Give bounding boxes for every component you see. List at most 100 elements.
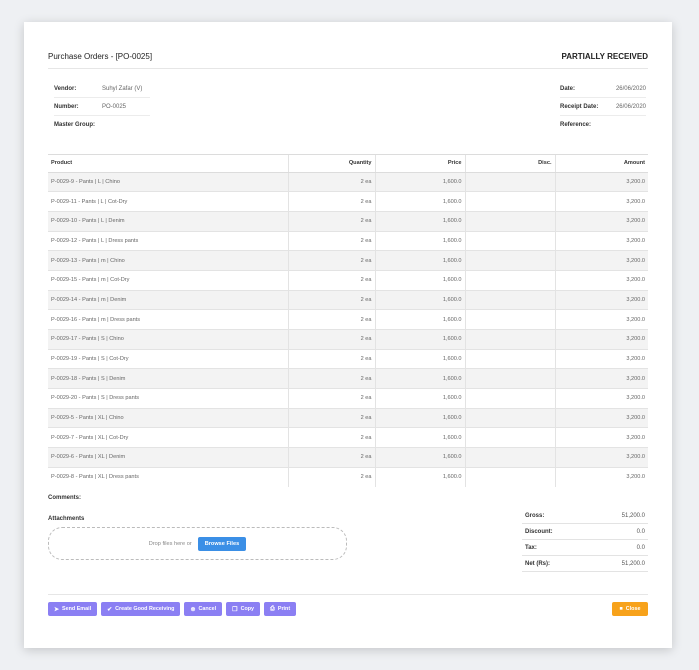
attachments-label: Attachments [48,516,85,522]
product-cell: P-0029-10 - Pants | L | Denim [48,211,289,232]
cancel-button[interactable]: ⊗ Cancel [184,602,223,616]
disc-cell [465,270,556,291]
col-price[interactable]: Price [375,155,466,173]
cancel-icon: ⊗ [190,606,196,613]
price-cell: 1,600.0 [375,408,466,429]
close-label: Close [625,606,641,612]
print-icon: ⎙ [270,605,275,612]
col-disc[interactable]: Disc. [465,155,556,173]
table-row[interactable]: P-0029-12 - Pants | L | Dress pants 2 ea 1… [48,231,648,252]
quantity-cell: 2 ea [288,427,376,449]
quantity-cell: 2 ea [288,211,376,232]
amount-cell: 3,200.0 [555,467,648,487]
product-cell: P-0029-16 - Pants | m | Dress pants [48,309,289,330]
close-button[interactable]: ■ Close [612,602,648,616]
divider [48,68,648,69]
receipt-date-row: Receipt Date: 26/06/2020 [560,98,646,116]
divider [48,594,648,595]
table-row[interactable]: P-0029-10 - Pants | L | Denim 2 ea 1,600.0… [48,211,648,232]
browse-files-button[interactable]: Browse Files [197,536,247,551]
send-email-button[interactable]: ➤ Send Email [48,602,98,616]
net-value: 51,200.0 [621,560,645,567]
table-body: P-0029-9 - Pants | L | Chino 2 ea 1,600.0 3… [48,172,648,487]
stop-icon: ■ [619,606,623,612]
table-row[interactable]: P-0029-13 - Pants | m | Chino 2 ea 1,600.0… [48,250,648,271]
price-cell: 1,600.0 [375,290,466,311]
amount-cell: 3,200.0 [555,290,648,311]
copy-button[interactable]: ❐ Copy [226,602,261,616]
date-value: 26/06/2020 [615,85,646,92]
table-row[interactable]: P-0029-6 - Pants | XL | Denim 2 ea 1,600.0… [48,447,648,468]
quantity-cell: 2 ea [288,388,376,409]
amount-cell: 3,200.0 [555,408,648,429]
print-button[interactable]: ⎙ Print [264,602,297,616]
table-row[interactable]: P-0029-14 - Pants | m | Denim 2 ea 1,600.0… [48,290,648,311]
check-icon: ✔ [107,606,113,613]
master-group-row: Master Group: [54,116,150,134]
table-row[interactable]: P-0029-19 - Pants | S | Cot-Dry 2 ea 1,600… [48,349,648,370]
gross-value: 51,200.0 [621,512,645,519]
col-amount[interactable]: Amount [555,155,648,173]
quantity-cell: 2 ea [288,290,376,311]
disc-cell [465,368,556,390]
quantity-cell: 2 ea [288,309,376,330]
table-row[interactable]: P-0029-18 - Pants | S | Denim 2 ea 1,600.0… [48,368,648,390]
amount-cell: 3,200.0 [555,349,648,370]
quantity-cell: 2 ea [288,447,376,468]
disc-cell [465,329,556,350]
table-row[interactable]: P-0029-16 - Pants | m | Dress pants 2 ea 1… [48,309,648,330]
table-row[interactable]: P-0029-7 - Pants | XL | Cot-Dry 2 ea 1,600… [48,427,648,449]
quantity-cell: 2 ea [288,368,376,390]
product-cell: P-0029-6 - Pants | XL | Denim [48,447,289,468]
quantity-cell: 2 ea [288,408,376,429]
product-cell: P-0029-8 - Pants | XL | Dress pants [48,467,289,487]
table-row[interactable]: P-0029-9 - Pants | L | Chino 2 ea 1,600.0 3… [48,172,648,193]
quantity-cell: 2 ea [288,191,376,212]
disc-cell [465,191,556,212]
price-cell: 1,600.0 [375,447,466,468]
price-cell: 1,600.0 [375,349,466,370]
table-row[interactable]: P-0029-20 - Pants | S | Dress pants 2 ea 1… [48,388,648,409]
gross-row: Gross: 51,200.0 [522,508,648,524]
disc-cell [465,211,556,232]
receipt-date-value: 26/06/2020 [615,103,646,110]
disc-cell [465,172,556,193]
page-title: Purchase Orders - [PO-0025] [48,52,153,61]
master-group-label: Master Group: [54,122,96,128]
price-cell: 1,600.0 [375,172,466,193]
quantity-cell: 2 ea [288,270,376,291]
tax-row: Tax: 0.0 [522,540,648,556]
product-cell: P-0029-18 - Pants | S | Denim [48,368,289,390]
file-dropzone[interactable]: Drop files here or Browse Files [48,527,347,560]
status-badge: PARTIALLY RECEIVED [561,52,648,61]
col-product[interactable]: Product [48,155,289,173]
net-row: Net (Rs): 51,200.0 [522,556,648,572]
product-table-scroll[interactable]: Product Quantity Price Disc. Amount P-00… [48,154,648,487]
price-cell: 1,600.0 [375,467,466,487]
table-row[interactable]: P-0029-15 - Pants | m | Cot-Dry 2 ea 1,600… [48,270,648,291]
product-cell: P-0029-9 - Pants | L | Chino [48,172,289,193]
discount-row: Discount: 0.0 [522,524,648,540]
table-row[interactable]: P-0029-8 - Pants | XL | Dress pants 2 ea 1… [48,467,648,487]
price-cell: 1,600.0 [375,231,466,252]
table-row[interactable]: P-0029-5 - Pants | XL | Chino 2 ea 1,600.0… [48,408,648,429]
price-cell: 1,600.0 [375,427,466,449]
paper-plane-icon: ➤ [54,606,60,613]
date-label: Date: [560,85,576,92]
disc-cell [465,427,556,449]
send-email-label: Send Email [62,606,92,612]
create-good-receiving-label: Create Good Receiving [115,606,175,612]
create-good-receiving-button[interactable]: ✔ Create Good Receiving [101,602,181,616]
product-cell: P-0029-5 - Pants | XL | Chino [48,408,289,429]
table-row[interactable]: P-0029-17 - Pants | S | Chino 2 ea 1,600.0… [48,329,648,350]
disc-cell [465,290,556,311]
product-cell: P-0029-15 - Pants | m | Cot-Dry [48,270,289,291]
price-cell: 1,600.0 [375,309,466,330]
col-quantity[interactable]: Quantity [288,155,376,173]
price-cell: 1,600.0 [375,191,466,212]
copy-label: Copy [240,606,255,612]
table-row[interactable]: P-0029-11 - Pants | L | Cot-Dry 2 ea 1,600… [48,191,648,212]
disc-cell [465,309,556,330]
amount-cell: 3,200.0 [555,388,648,409]
disc-cell [465,467,556,487]
